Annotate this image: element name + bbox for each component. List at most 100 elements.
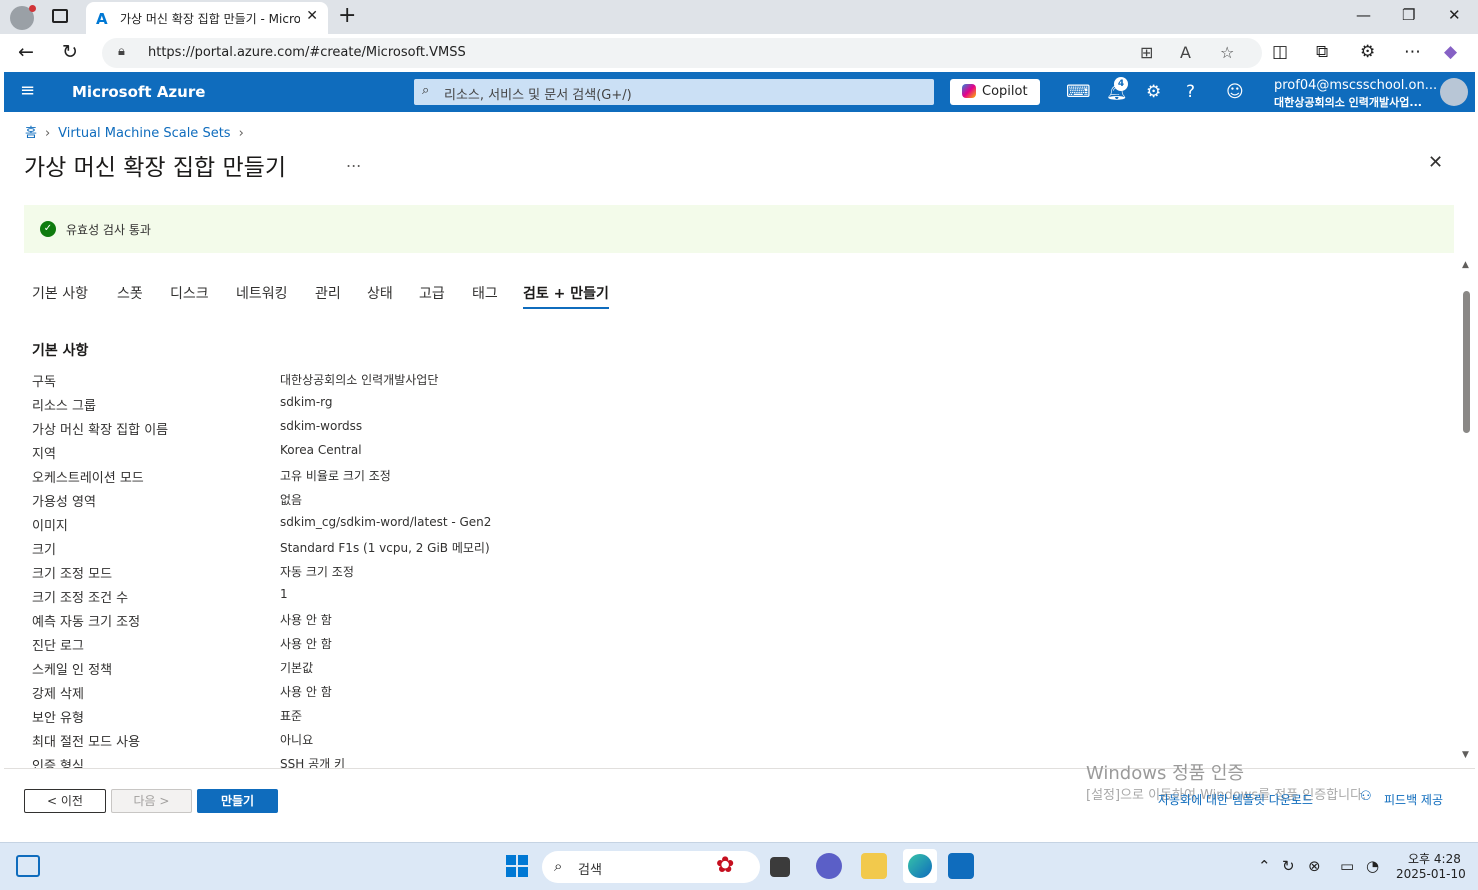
taskbar: ⌕ 검색 ✿ ⌃ ↻ ⊗ ▭ ◔ 오후 4:28 2025-01-10 [0, 842, 1478, 890]
tab-networking[interactable]: 네트워킹 [236, 283, 288, 303]
tab-basics[interactable]: 기본 사항 [32, 283, 88, 303]
review-row: 가상 머신 확장 집합 이름 sdkim-wordss [32, 416, 1432, 440]
apps-icon[interactable]: ⊞ [1140, 43, 1153, 62]
review-value: sdkim_cg/sdkim-word/latest - Gen2 [280, 515, 492, 529]
review-label: 가상 머신 확장 집합 이름 [32, 423, 169, 438]
volume-icon[interactable]: ◔ [1366, 857, 1379, 875]
review-row: 지역 Korea Central [32, 440, 1432, 464]
portal-search-input[interactable]: ⌕ 리소스, 서비스 및 문서 검색(G+/) [414, 79, 934, 105]
review-label: 크기 조정 조건 수 [32, 591, 129, 606]
start-icon[interactable] [506, 855, 528, 877]
poinsettia-icon: ✿ [716, 853, 735, 878]
extensions-icon[interactable]: ⚙ [1360, 42, 1375, 62]
edge-logo-icon [908, 854, 932, 878]
network-icon[interactable]: ▭ [1340, 857, 1354, 875]
settings-icon[interactable]: ⚙ [1146, 82, 1161, 102]
breadcrumb-home[interactable]: 홈 [25, 126, 37, 141]
tab-tags[interactable]: 태그 [472, 283, 498, 303]
download-template-link[interactable]: 자동화에 대한 템플릿 다운로드 [1158, 791, 1313, 808]
review-value: 사용 안 함 [280, 613, 332, 627]
review-label: 리소스 그룹 [32, 399, 96, 414]
address-bar-row: ← ↻ 🔒︎ https://portal.azure.com/#create/… [0, 34, 1478, 72]
account-name[interactable]: prof04@mscsschool.on... [1274, 78, 1437, 93]
feedback-icon[interactable]: ⚇ [1360, 789, 1372, 804]
scroll-down-icon[interactable]: ▼ [1462, 750, 1469, 760]
task-view-icon[interactable] [770, 857, 790, 877]
feedback-person-icon[interactable]: ☺ [1226, 82, 1244, 102]
azure-favicon-icon: A [96, 10, 108, 28]
file-explorer-icon[interactable] [861, 853, 887, 879]
collections-icon[interactable]: ⧉ [1316, 42, 1328, 62]
breadcrumb-vmss[interactable]: Virtual Machine Scale Sets [58, 126, 230, 141]
teams-icon[interactable] [816, 853, 842, 879]
previous-button[interactable]: < 이전 [24, 789, 106, 813]
tab-advanced[interactable]: 고급 [419, 283, 445, 303]
minimize-icon[interactable]: — [1356, 6, 1371, 24]
feedback-link[interactable]: 피드백 제공 [1384, 791, 1443, 808]
more-options-icon[interactable]: ... [346, 152, 361, 171]
back-icon[interactable]: ← [18, 41, 34, 63]
favorite-icon[interactable]: ☆ [1220, 43, 1234, 62]
restore-icon[interactable]: ❐ [1402, 6, 1415, 24]
tab-actions-icon[interactable] [52, 9, 68, 23]
new-tab-icon[interactable]: + [338, 3, 356, 28]
avatar[interactable] [1440, 78, 1468, 106]
taskbar-search[interactable]: ⌕ 검색 ✿ [542, 851, 760, 883]
account-org[interactable]: 대한상공회의소 인력개발사업... [1274, 94, 1422, 110]
copilot-button[interactable]: Copilot [950, 79, 1040, 105]
split-screen-icon[interactable]: ◫ [1272, 42, 1288, 62]
lock-icon[interactable]: 🔒︎ [118, 44, 125, 59]
review-row: 예측 자동 크기 조정 사용 안 함 [32, 608, 1432, 632]
search-placeholder: 리소스, 서비스 및 문서 검색(G+/) [444, 88, 632, 103]
tab-management[interactable]: 관리 [315, 283, 341, 303]
browser-tab[interactable]: A 가상 머신 확장 집합 만들기 - Microsoft Azure ✕ [86, 2, 328, 34]
tab-health[interactable]: 상태 [367, 283, 393, 303]
chevron-up-icon[interactable]: ⌃ [1258, 857, 1271, 875]
profile-status-dot [29, 5, 36, 12]
tab-review-create[interactable]: 검토 + 만들기 [523, 283, 609, 309]
url-text: https://portal.azure.com/#create/Microso… [148, 45, 466, 60]
section-title: 기본 사항 [32, 343, 89, 359]
portal-menu-icon[interactable]: ≡ [20, 80, 35, 101]
clock-date[interactable]: 2025-01-10 [1396, 867, 1466, 881]
next-button[interactable]: 다음 > [111, 789, 192, 813]
review-value: SSH 공개 키 [280, 757, 346, 768]
review-row: 크기 조정 모드 자동 크기 조정 [32, 560, 1432, 584]
taskbar-search-text: 검색 [578, 863, 602, 878]
browser-tab-strip: A 가상 머신 확장 집합 만들기 - Microsoft Azure ✕ + … [0, 0, 1478, 34]
brand-name[interactable]: Microsoft Azure [72, 83, 205, 101]
review-row: 보안 유형 표준 [32, 704, 1432, 728]
tab-spot[interactable]: 스폿 [117, 283, 143, 303]
close-circle-icon[interactable]: ⊗ [1308, 857, 1321, 875]
scrollbar[interactable]: ▲ ▼ [1460, 258, 1472, 766]
copilot-icon [962, 84, 976, 98]
refresh-icon[interactable]: ↻ [62, 41, 78, 63]
help-icon[interactable]: ? [1186, 82, 1195, 102]
cloud-shell-icon[interactable]: ⌨ [1066, 82, 1091, 102]
copilot-browser-icon[interactable]: ◆ [1444, 42, 1457, 62]
widgets-icon[interactable] [16, 855, 40, 877]
review-label: 크기 [32, 543, 56, 558]
review-label: 인증 형식 [32, 759, 84, 768]
scroll-up-icon[interactable]: ▲ [1462, 260, 1469, 270]
review-row: 최대 절전 모드 사용 아니요 [32, 728, 1432, 752]
tab-disks[interactable]: 디스크 [170, 283, 209, 303]
close-tab-icon[interactable]: ✕ [306, 8, 318, 24]
breadcrumb: 홈 › Virtual Machine Scale Sets › [25, 122, 252, 141]
url-field[interactable]: 🔒︎ https://portal.azure.com/#create/Micr… [102, 38, 1262, 68]
scroll-thumb[interactable] [1463, 291, 1470, 433]
sync-icon[interactable]: ↻ [1282, 857, 1295, 875]
store-icon[interactable] [948, 853, 974, 879]
read-aloud-icon[interactable]: A [1180, 43, 1191, 62]
review-value: 사용 안 함 [280, 637, 332, 651]
more-menu-icon[interactable]: ⋯ [1404, 42, 1421, 62]
clock-time[interactable]: 오후 4:28 [1408, 850, 1461, 867]
create-button[interactable]: 만들기 [197, 789, 278, 813]
edge-icon[interactable] [903, 849, 937, 883]
review-label: 구독 [32, 375, 56, 390]
review-label: 강제 삭제 [32, 687, 84, 702]
review-value: 기본값 [280, 661, 314, 675]
review-label: 지역 [32, 447, 56, 462]
close-window-icon[interactable]: ✕ [1448, 6, 1461, 24]
close-icon[interactable]: ✕ [1428, 152, 1443, 173]
